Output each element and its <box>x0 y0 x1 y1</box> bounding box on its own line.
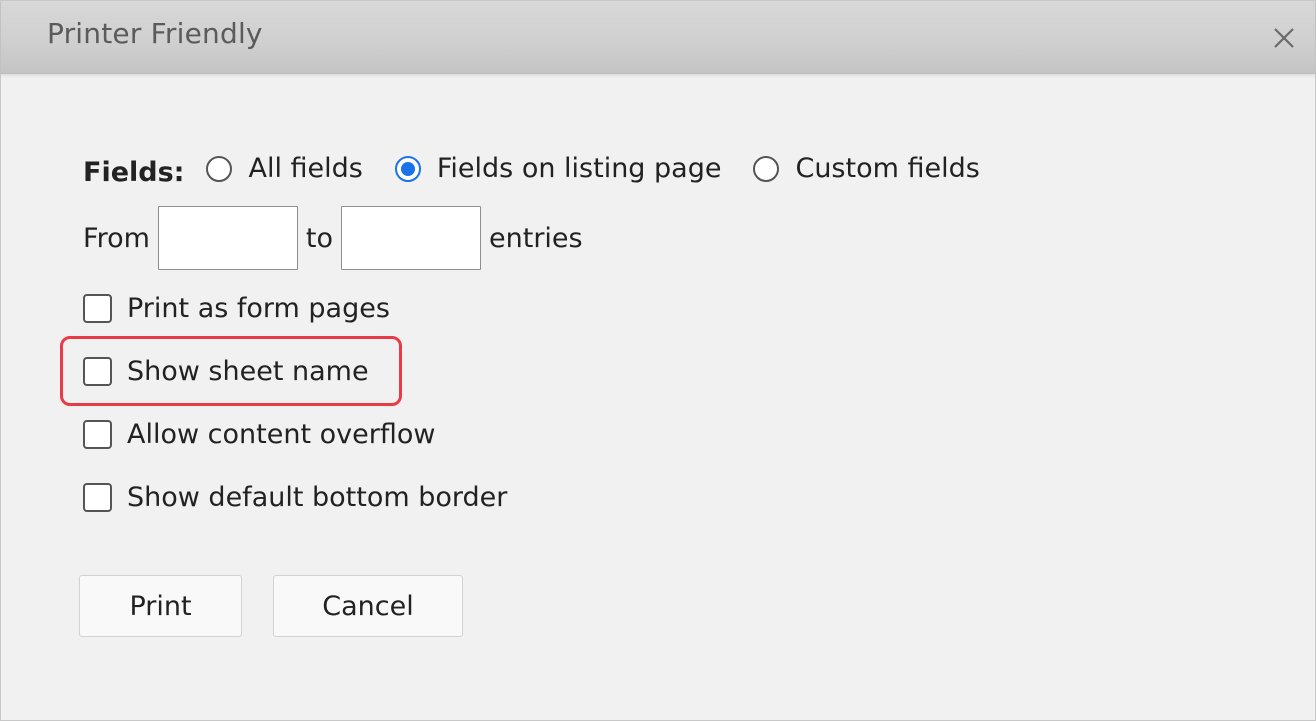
checkbox-option-allow-content-overflow[interactable]: Allow content overflow <box>83 419 435 450</box>
radio-custom-fields[interactable] <box>753 155 780 182</box>
checkbox-label-allow-content-overflow: Allow content overflow <box>127 419 436 450</box>
radio-all-fields[interactable] <box>206 155 233 182</box>
radio-option-custom-fields[interactable]: Custom fields <box>753 153 980 184</box>
checkbox-option-show-default-bottom-border[interactable]: Show default bottom border <box>83 482 507 513</box>
checkbox-show-default-bottom-border[interactable] <box>83 483 112 512</box>
printer-friendly-dialog: Printer Friendly Fields: All fields Fiel… <box>0 0 1316 721</box>
fields-label: Fields: <box>83 157 185 188</box>
checkbox-print-as-form-pages[interactable] <box>83 294 112 323</box>
radio-label-all-fields: All fields <box>248 153 363 184</box>
checkbox-label-show-default-bottom-border: Show default bottom border <box>127 482 508 513</box>
cancel-button[interactable]: Cancel <box>273 575 463 637</box>
radio-label-custom-fields: Custom fields <box>795 153 980 184</box>
checkbox-option-print-as-form-pages[interactable]: Print as form pages <box>83 293 390 324</box>
dialog-title: Printer Friendly <box>47 17 263 50</box>
print-button[interactable]: Print <box>79 575 242 637</box>
highlight-box <box>60 336 402 406</box>
range-row: From to entries <box>83 206 583 270</box>
checkbox-label-print-as-form-pages: Print as form pages <box>127 293 390 324</box>
entries-label: entries <box>489 222 583 254</box>
close-icon <box>1269 23 1299 53</box>
to-input[interactable] <box>341 206 482 270</box>
from-input[interactable] <box>157 206 298 270</box>
from-label: From <box>83 222 150 254</box>
radio-fields-on-listing-page[interactable] <box>394 155 421 182</box>
radio-option-all-fields[interactable]: All fields <box>206 153 363 184</box>
to-label: to <box>305 222 334 254</box>
close-button[interactable] <box>1269 23 1299 53</box>
dialog-titlebar: Printer Friendly <box>1 1 1315 74</box>
fields-row: Fields: All fields Fields on listing pag… <box>83 153 1012 188</box>
radio-option-fields-on-listing-page[interactable]: Fields on listing page <box>394 153 722 184</box>
radio-label-fields-on-listing-page: Fields on listing page <box>436 153 722 184</box>
checkbox-allow-content-overflow[interactable] <box>83 420 112 449</box>
